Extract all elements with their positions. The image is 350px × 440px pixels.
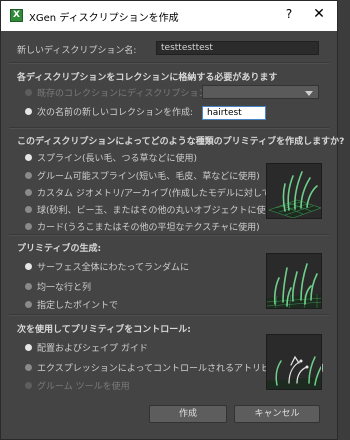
xgen-app-icon: X	[10, 9, 23, 22]
generation-preview-image	[266, 253, 322, 309]
close-button[interactable]: ✕	[311, 6, 327, 24]
generation-option-radio[interactable]	[25, 283, 32, 290]
create-new-radio[interactable]	[25, 108, 32, 115]
help-button[interactable]: ?	[282, 7, 296, 23]
add-existing-radio[interactable]	[25, 89, 32, 96]
control-heading: 次を使用してプリミティブをコントロール:	[17, 325, 191, 335]
generation-option-label[interactable]: サーフェス全体にわたってランダムに	[37, 260, 189, 273]
generation-option-radio[interactable]	[25, 301, 32, 308]
description-name-input[interactable]: testtesttest	[156, 41, 319, 55]
guide-preview-image	[266, 334, 322, 390]
cancel-button[interactable]: キャンセル	[234, 405, 320, 423]
primitive-option-radio[interactable]	[25, 154, 32, 161]
control-option-radio[interactable]	[25, 364, 32, 371]
generation-option-label[interactable]: 均一な行と列	[37, 280, 91, 293]
create-button[interactable]: 作成	[149, 405, 227, 423]
primitive-option-label[interactable]: スプライン(長い毛、つる草などに使用)	[37, 151, 197, 164]
generation-heading: プリミティブの生成:	[17, 244, 102, 254]
spline-preview-image	[266, 163, 322, 219]
window-title: XGen ディスクリプションを作成	[29, 13, 179, 24]
existing-collection-dropdown[interactable]	[202, 85, 319, 99]
description-name-label: 新しいディスクリプション名:	[17, 46, 137, 56]
primitive-option-radio[interactable]	[25, 206, 32, 213]
divider	[9, 127, 329, 129]
title-bar[interactable]: X XGen ディスクリプションを作成 ? ✕	[1, 1, 337, 31]
create-new-label: 次の名前の新しいコレクションを作成:	[37, 108, 194, 118]
primitive-type-heading: このディスクリプションによってどのような種類のプリミティブを作成しますか?	[17, 137, 345, 147]
primitive-option-radio[interactable]	[25, 189, 32, 196]
divider	[9, 62, 329, 64]
divider	[9, 234, 329, 236]
primitive-option-label[interactable]: グルーム可能スプライン(短い毛、毛皮、草などに使用)	[37, 169, 260, 182]
generation-option-radio[interactable]	[25, 263, 32, 270]
collection-heading: 各ディスクリプションをコレクションに格納する必要があります	[17, 73, 278, 83]
control-option-label[interactable]: 配置およびシェイプ ガイド	[37, 341, 148, 354]
primitive-option-radio[interactable]	[25, 172, 32, 179]
create-description-dialog: X XGen ディスクリプションを作成 ? ✕ 新しいディスクリプション名: t…	[0, 0, 344, 440]
generation-option-label[interactable]: 指定したポイントで	[37, 298, 118, 311]
control-option-radio[interactable]	[25, 382, 32, 389]
control-option-label: グルーム ツールを使用	[37, 382, 130, 392]
control-option-radio[interactable]	[25, 344, 32, 351]
new-collection-input[interactable]: hairtest	[202, 106, 266, 120]
divider	[9, 314, 329, 316]
primitive-option-label[interactable]: カード(うろこまたはその他の平坦なテクスチャに使用)	[37, 220, 260, 233]
primitive-option-label[interactable]: カスタム ジオメトリ/アーカイブ(作成したモデルに対して使用)	[37, 186, 292, 199]
primitive-option-label[interactable]: 球(砂利、ビー玉、またはその他の丸いオブジェクトに使用)	[37, 203, 278, 216]
primitive-option-radio[interactable]	[25, 223, 32, 230]
chevron-down-icon	[305, 91, 313, 96]
